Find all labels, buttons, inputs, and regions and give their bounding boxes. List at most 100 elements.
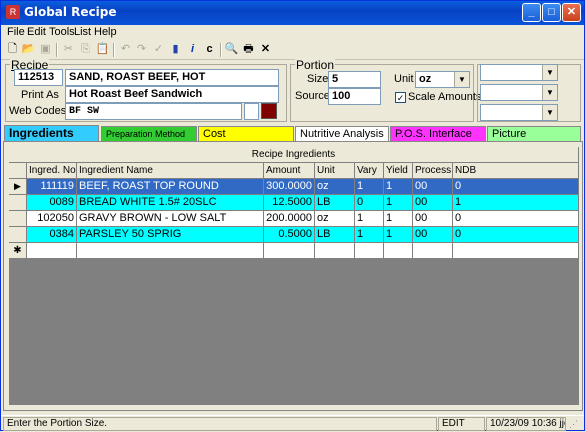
table-row-cell[interactable]: 1 xyxy=(355,227,384,243)
tab-cost[interactable]: Cost xyxy=(198,126,294,141)
table-row-cell[interactable] xyxy=(315,243,355,259)
print-icon[interactable]: 🖶 xyxy=(241,42,256,57)
col-amount[interactable]: Amount xyxy=(264,163,315,179)
new-row-indicator[interactable]: ✱ xyxy=(9,243,27,259)
table-row-cell[interactable]: PARSLEY 50 SPRIG xyxy=(77,227,264,243)
ingredients-grid[interactable]: Recipe Ingredients Ingred. No Ingredient… xyxy=(9,147,579,405)
spell-check-icon[interactable]: ✓ xyxy=(151,42,166,57)
scale-amounts-checkbox[interactable]: ✓ xyxy=(395,92,406,103)
filter-select-1[interactable]: ▼ xyxy=(480,64,558,81)
table-row-cell[interactable]: 00 xyxy=(413,211,453,227)
filter-select-3[interactable]: ▼ xyxy=(480,104,558,121)
table-row-cell[interactable]: 0384 xyxy=(27,227,77,243)
open-folder-icon[interactable]: 📂 xyxy=(21,42,36,57)
web-codes-color-box[interactable] xyxy=(244,103,259,120)
tab-ingredients[interactable]: Ingredients xyxy=(4,125,99,142)
col-ndb[interactable]: NDB xyxy=(453,163,579,179)
row-indicator[interactable] xyxy=(9,211,27,227)
delete-icon[interactable]: ✕ xyxy=(258,42,273,57)
col-unit[interactable]: Unit xyxy=(315,163,355,179)
find-icon[interactable]: 🔍 xyxy=(224,42,239,57)
table-row-cell[interactable] xyxy=(27,243,77,259)
table-row-cell[interactable]: 1 xyxy=(384,227,413,243)
minimize-button[interactable]: _ xyxy=(522,3,541,22)
menu-edit[interactable]: Edit xyxy=(27,26,46,38)
menu-tools[interactable]: Tools xyxy=(49,26,75,38)
table-row-cell[interactable]: 00 xyxy=(413,195,453,211)
table-row-cell[interactable]: BEEF, ROAST TOP ROUND xyxy=(77,179,264,195)
calc-icon[interactable]: c xyxy=(202,42,217,57)
undo-icon[interactable]: ↶ xyxy=(118,42,133,57)
table-row-cell[interactable]: BREAD WHITE 1.5# 20SLC xyxy=(77,195,264,211)
new-file-icon[interactable]: 🗋 xyxy=(5,42,20,57)
tab-preparation-method[interactable]: Preparation Method xyxy=(101,126,197,141)
row-indicator[interactable]: ▶ xyxy=(9,179,27,195)
table-row-cell[interactable]: GRAVY BROWN - LOW SALT xyxy=(77,211,264,227)
table-row-cell[interactable] xyxy=(264,243,315,259)
table-row-cell[interactable]: 0 xyxy=(453,179,579,195)
table-row-cell[interactable]: 0 xyxy=(355,195,384,211)
tab-pos-interface[interactable]: P.O.S. Interface xyxy=(390,126,486,141)
col-yield[interactable]: Yield xyxy=(384,163,413,179)
print-as-field[interactable]: Hot Roast Beef Sandwich xyxy=(65,86,279,103)
table-row-cell[interactable]: 200.0000 xyxy=(264,211,315,227)
cut-icon[interactable]: ✂ xyxy=(61,42,76,57)
table-row-cell[interactable]: 12.5000 xyxy=(264,195,315,211)
recipe-number-field[interactable]: 112513 xyxy=(14,69,63,86)
table-row-cell[interactable]: 111119 xyxy=(27,179,77,195)
table-row-cell[interactable]: 1 xyxy=(384,179,413,195)
menu-list[interactable]: List xyxy=(74,26,91,38)
chevron-down-icon[interactable]: ▼ xyxy=(542,105,557,120)
row-indicator[interactable] xyxy=(9,195,27,211)
menu-help[interactable]: Help xyxy=(94,26,117,38)
table-row-cell[interactable] xyxy=(413,243,453,259)
table-row-cell[interactable]: 0.5000 xyxy=(264,227,315,243)
table-row-cell[interactable]: LB xyxy=(315,195,355,211)
paste-icon[interactable]: 📋 xyxy=(95,42,110,57)
table-row-cell[interactable] xyxy=(384,243,413,259)
table-row-cell[interactable] xyxy=(355,243,384,259)
table-row-cell[interactable]: 1 xyxy=(384,195,413,211)
chevron-down-icon[interactable]: ▼ xyxy=(542,85,557,100)
table-row-cell[interactable]: 00 xyxy=(413,227,453,243)
chevron-down-icon[interactable]: ▼ xyxy=(454,72,469,87)
table-row-cell[interactable]: 1 xyxy=(384,211,413,227)
redo-icon[interactable]: ↷ xyxy=(134,42,149,57)
recipe-name-field[interactable]: SAND, ROAST BEEF, HOT xyxy=(65,69,279,86)
table-row-cell[interactable]: 0 xyxy=(453,211,579,227)
table-row-cell[interactable]: 1 xyxy=(355,179,384,195)
table-row-cell[interactable]: 1 xyxy=(355,211,384,227)
table-row-cell[interactable]: LB xyxy=(315,227,355,243)
portion-source-field[interactable]: 100 xyxy=(328,88,381,105)
col-ingredient-name[interactable]: Ingredient Name xyxy=(77,163,264,179)
info-icon[interactable]: i xyxy=(185,42,200,57)
title-bar[interactable]: R Global Recipe _ □ ✕ xyxy=(1,1,584,25)
web-codes-field[interactable]: BF SW xyxy=(65,103,242,120)
table-row-cell[interactable]: 0089 xyxy=(27,195,77,211)
menu-file[interactable]: File xyxy=(7,26,25,38)
row-indicator[interactable] xyxy=(9,227,27,243)
table-row-cell[interactable]: 102050 xyxy=(27,211,77,227)
tab-picture[interactable]: Picture xyxy=(487,126,581,141)
portion-size-field[interactable]: 5 xyxy=(328,71,381,88)
close-button[interactable]: ✕ xyxy=(562,3,581,22)
unit-select[interactable]: oz ▼ xyxy=(415,71,470,88)
table-row-cell[interactable]: oz xyxy=(315,179,355,195)
save-icon[interactable]: ▣ xyxy=(38,42,53,57)
filter-select-2[interactable]: ▼ xyxy=(480,84,558,101)
col-ingred-no[interactable]: Ingred. No xyxy=(27,163,77,179)
chevron-down-icon[interactable]: ▼ xyxy=(542,65,557,80)
tab-nutritive-analysis[interactable]: Nutritive Analysis xyxy=(295,126,389,141)
maximize-button[interactable]: □ xyxy=(542,3,561,22)
table-row-cell[interactable]: oz xyxy=(315,211,355,227)
copy-icon[interactable]: ⎘ xyxy=(78,42,93,57)
col-process[interactable]: Process xyxy=(413,163,453,179)
table-row-cell[interactable] xyxy=(77,243,264,259)
chart-icon[interactable]: ▮ xyxy=(168,42,183,57)
table-row-cell[interactable]: 0 xyxy=(453,227,579,243)
table-row-cell[interactable]: 1 xyxy=(453,195,579,211)
table-row-cell[interactable] xyxy=(453,243,579,259)
resize-grip-icon[interactable]: ⋰ xyxy=(569,419,581,431)
col-vary[interactable]: Vary xyxy=(355,163,384,179)
table-row-cell[interactable]: 00 xyxy=(413,179,453,195)
